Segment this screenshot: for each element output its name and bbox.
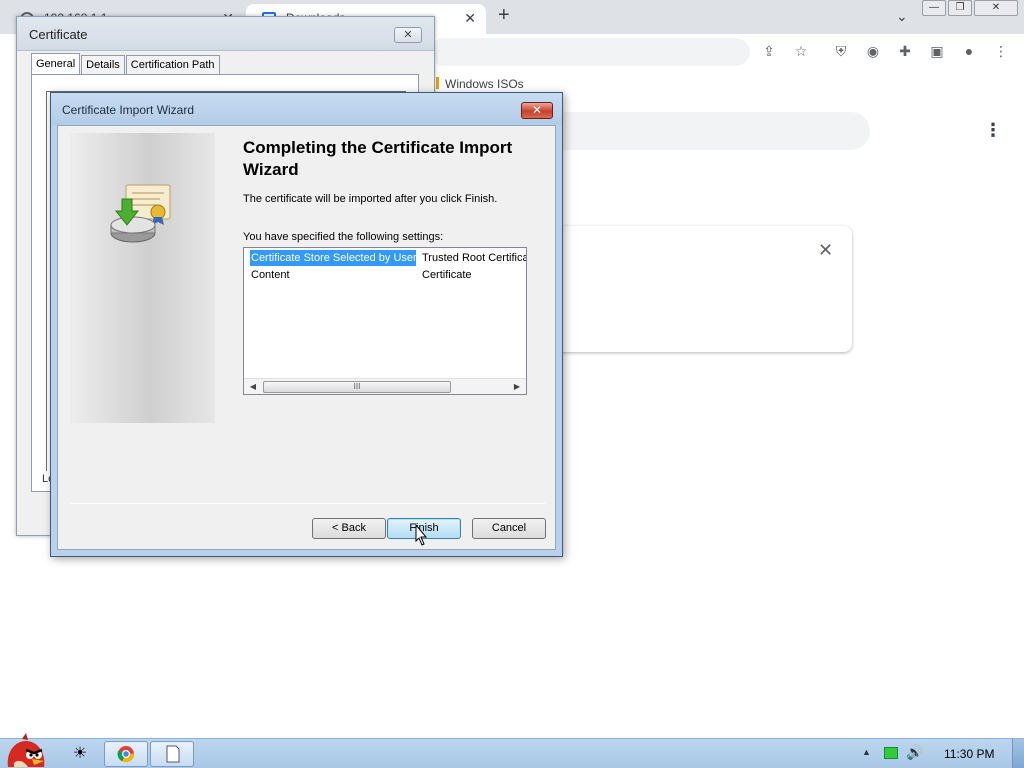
cancel-button[interactable]: Cancel: [472, 518, 546, 539]
button-separator: [70, 503, 545, 504]
tab-certification-path[interactable]: Certification Path: [125, 55, 220, 75]
tab-close-icon[interactable]: ✕: [464, 10, 476, 27]
download-item-card: [560, 226, 852, 352]
scroll-thumb[interactable]: III: [263, 381, 451, 393]
tray-expand-icon[interactable]: ▲: [862, 747, 871, 757]
tab-general[interactable]: General: [31, 53, 81, 75]
setting-name: Content: [251, 269, 290, 281]
setting-value: Certificate: [422, 269, 472, 281]
wizard-title: Certificate Import Wizard: [62, 103, 195, 117]
certificate-import-wizard: Certificate Import Wizard ✕ Completing t…: [50, 92, 563, 557]
share-icon[interactable]: ⇪: [760, 42, 778, 60]
wizard-titlebar: Certificate Import Wizard ✕: [51, 93, 562, 125]
star-icon[interactable]: ☆: [792, 42, 810, 60]
start-button-angry-bird-icon[interactable]: [4, 731, 48, 768]
certificate-tabs: General Details Certification Path: [31, 53, 221, 75]
settings-list[interactable]: Certificate Store Selected by User Trust…: [243, 247, 527, 395]
chevron-down-icon[interactable]: ⌄: [896, 8, 908, 25]
certificate-titlebar: Certificate ✕: [17, 17, 434, 51]
remove-download-icon[interactable]: ✕: [818, 240, 833, 261]
bookmark-label: Windows ISOs: [445, 77, 524, 91]
chrome-icon: [117, 746, 134, 763]
certificate-close-button[interactable]: ✕: [394, 27, 422, 43]
scroll-left-icon[interactable]: ◀: [246, 380, 260, 394]
new-tab-button[interactable]: +: [498, 4, 510, 27]
kebab-menu-icon[interactable]: ⋮: [992, 42, 1010, 60]
ublock-icon[interactable]: ⛨: [832, 42, 850, 60]
extension-flag-icon[interactable]: ◉: [864, 42, 882, 60]
back-button[interactable]: < Back: [312, 518, 386, 539]
document-icon: [166, 745, 180, 763]
settings-label: You have specified the following setting…: [243, 231, 444, 243]
setting-value: Trusted Root Certifica: [422, 252, 527, 264]
show-desktop-button[interactable]: [1012, 739, 1024, 768]
wizard-body: Completing the Certificate Import Wizard…: [57, 125, 556, 550]
window-close-button[interactable]: ✕: [974, 0, 1018, 16]
certificate-title: Certificate: [29, 27, 88, 42]
wizard-side-banner: [70, 133, 215, 423]
window-controls: — ❐ ✕: [922, 0, 1018, 16]
scroll-right-icon[interactable]: ▶: [510, 380, 524, 394]
maximize-button[interactable]: ❐: [948, 0, 972, 16]
profile-icon[interactable]: ●: [960, 42, 978, 60]
tab-details[interactable]: Details: [81, 55, 125, 75]
puzzle-icon[interactable]: ✚: [896, 42, 914, 60]
task-app-icon[interactable]: ☀: [58, 741, 102, 767]
wizard-close-button[interactable]: ✕: [521, 102, 553, 119]
bookmark-windows-isos[interactable]: Windows ISOs: [436, 77, 524, 91]
certificate-import-icon: [110, 184, 171, 243]
downloads-search-box[interactable]: [560, 112, 870, 150]
side-panel-icon[interactable]: ▣: [928, 42, 946, 60]
clock[interactable]: 11:30 PM: [944, 747, 994, 761]
task-chrome-button[interactable]: [104, 741, 148, 767]
wizard-heading: Completing the Certificate Import Wizard: [243, 138, 513, 179]
wizard-description: The certificate will be imported after y…: [243, 193, 498, 205]
minimize-button[interactable]: —: [922, 0, 946, 16]
setting-name: Certificate Store Selected by User: [250, 250, 417, 266]
task-document-button[interactable]: [150, 741, 194, 767]
folder-icon: [436, 77, 439, 89]
downloads-menu-icon[interactable]: ⋮: [984, 120, 1002, 141]
mouse-cursor-icon: [415, 524, 427, 546]
volume-icon[interactable]: 🔊: [906, 744, 923, 761]
horizontal-scrollbar[interactable]: ◀ III ▶: [244, 378, 526, 394]
network-icon[interactable]: [884, 747, 898, 759]
address-bar[interactable]: [430, 38, 750, 66]
taskbar: ☀ ▲ 🔊 11:30 PM: [0, 733, 1024, 768]
